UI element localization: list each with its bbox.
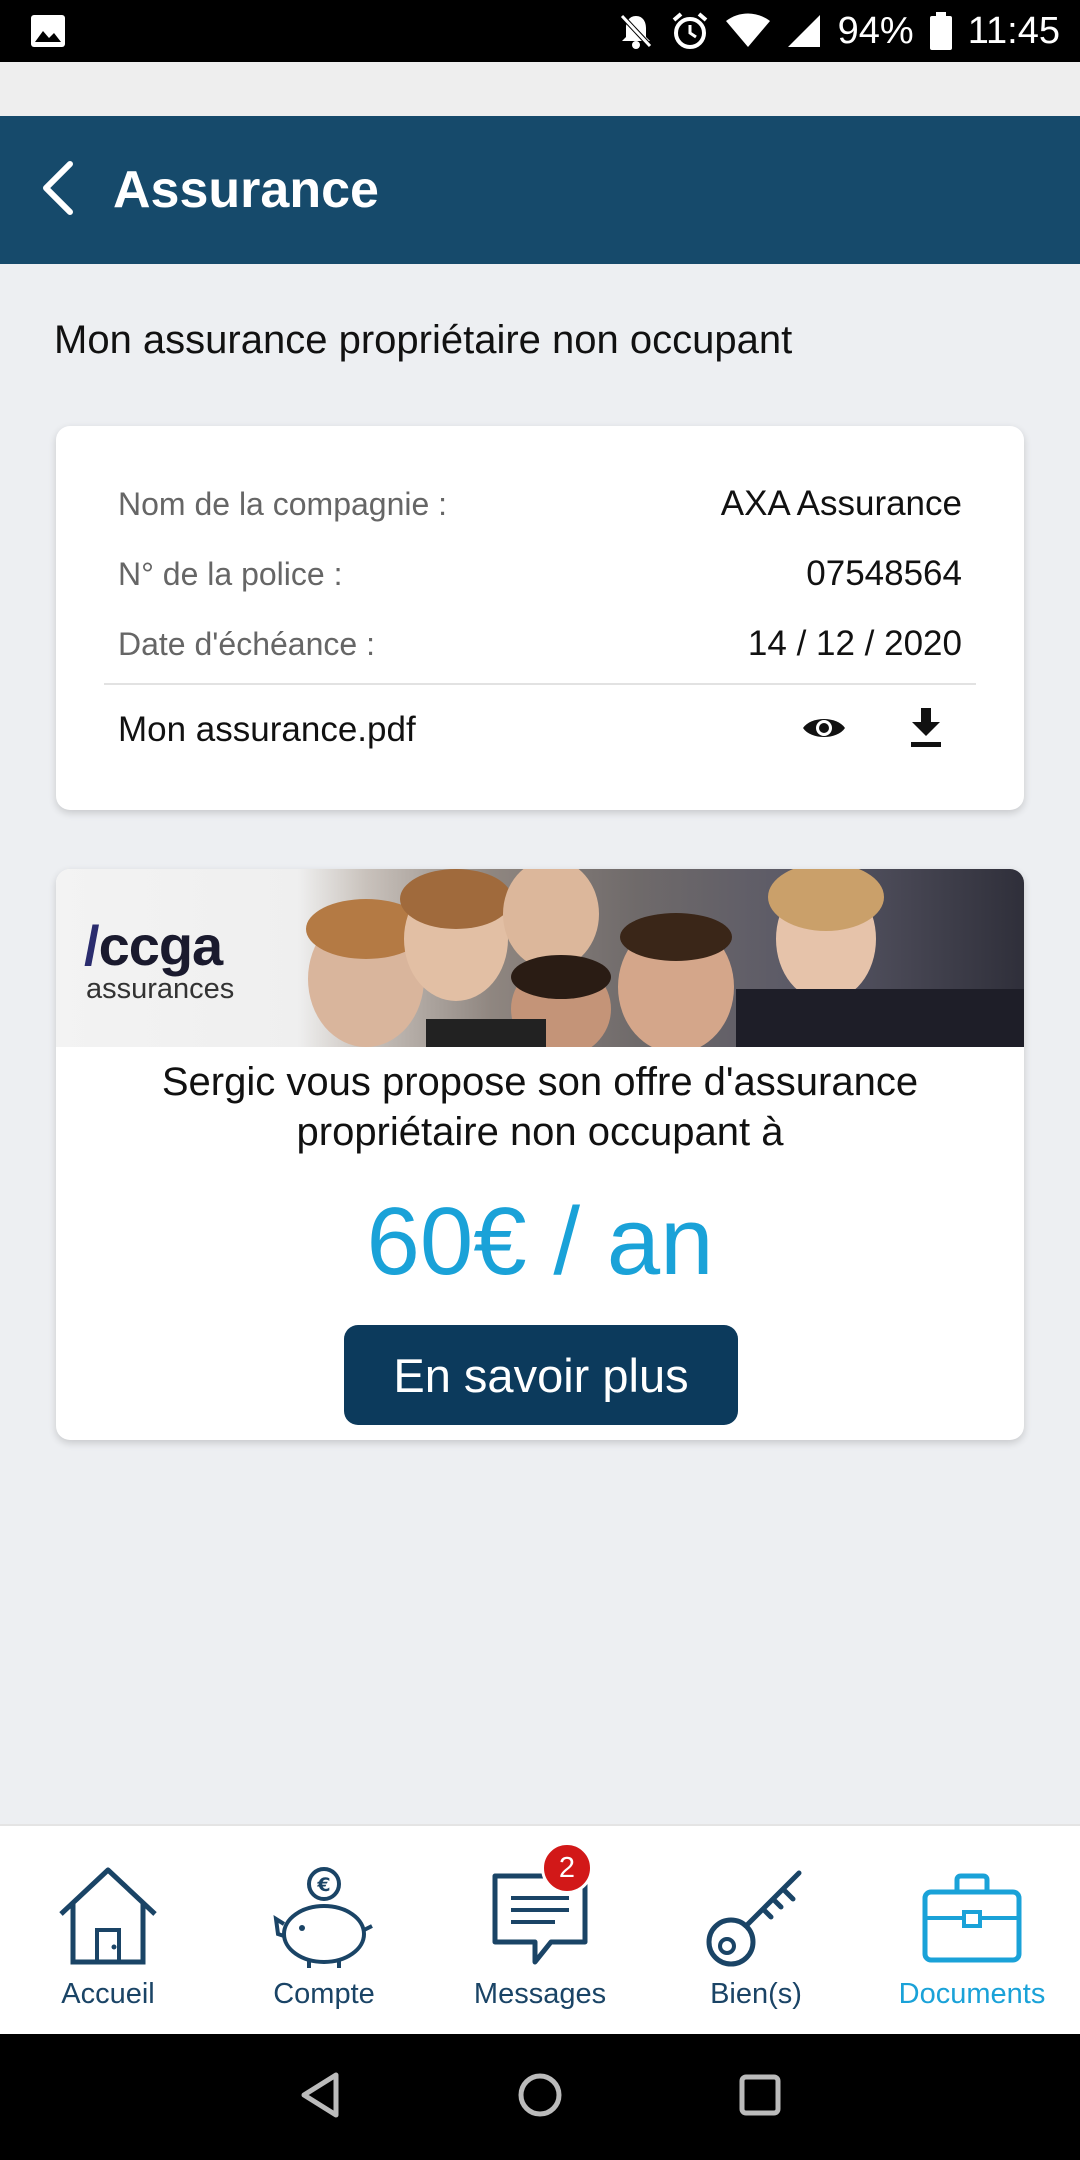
nav-item-documents[interactable]: Documents <box>864 1862 1080 2022</box>
app-bar: Assurance <box>0 116 1080 264</box>
learn-more-button[interactable]: En savoir plus <box>344 1325 738 1425</box>
company-row: Nom de la compagnie : AXA Assurance <box>118 484 962 524</box>
message-icon: 2 <box>485 1842 595 1972</box>
logo-main-text: ccga <box>98 914 224 977</box>
due-date-label: Date d'échéance : <box>118 625 375 662</box>
offer-card: /ccga assurances Sergic vous propose son… <box>56 869 1024 1440</box>
ccga-logo: /ccga assurances <box>84 914 235 1005</box>
nav-label-messages: Messages <box>473 1978 607 2010</box>
triangle-back-icon <box>298 2071 342 2124</box>
due-date-row: Date d'échéance : 14 / 12 / 2020 <box>118 624 962 664</box>
section-title: Mon assurance propriétaire non occupant <box>54 318 793 362</box>
system-home-button[interactable] <box>510 2067 570 2127</box>
nav-label-documents: Documents <box>898 1978 1046 2010</box>
nav-item-biens[interactable]: Bien(s) <box>648 1862 864 2022</box>
policy-number-row: N° de la police : 07548564 <box>118 554 962 594</box>
file-name: Mon assurance.pdf <box>118 710 416 749</box>
download-file-button[interactable] <box>890 700 962 760</box>
page-title: Assurance <box>113 161 379 219</box>
nav-item-accueil[interactable]: Accueil <box>0 1862 216 2022</box>
system-back-button[interactable] <box>290 2067 350 2127</box>
policy-number-label: N° de la police : <box>118 555 343 592</box>
company-value: AXA Assurance <box>720 484 962 523</box>
circle-home-icon <box>516 2071 564 2124</box>
eye-icon <box>801 713 847 748</box>
wifi-icon <box>725 13 770 49</box>
status-time: 11:45 <box>967 9 1060 52</box>
chevron-left-icon <box>40 160 76 221</box>
logo-sub-text: assurances <box>86 973 235 1005</box>
alarm-icon <box>670 11 710 51</box>
banner-photo <box>306 869 1024 1047</box>
top-spacer <box>0 62 1080 116</box>
view-file-button[interactable] <box>788 700 860 760</box>
nav-label-accueil: Accueil <box>61 1978 155 2010</box>
back-button[interactable] <box>30 156 86 224</box>
system-nav-bar <box>0 2034 1080 2160</box>
company-label: Nom de la compagnie : <box>118 485 448 522</box>
square-recents-icon <box>738 2073 782 2122</box>
house-icon <box>53 1862 163 1972</box>
due-date-value: 14 / 12 / 2020 <box>747 624 962 663</box>
offer-price: 60€ / an <box>366 1188 714 1295</box>
offer-text: Sergic vous propose son offre d'assuranc… <box>161 1060 919 1154</box>
nav-item-compte[interactable]: € Compte <box>216 1862 432 2022</box>
file-row: Mon assurance.pdf <box>118 700 962 760</box>
piggy-bank-icon: € <box>269 1862 379 1972</box>
bottom-nav: Accueil € Compte 2 Messages Bien(s) Docu… <box>0 1824 1080 2034</box>
nav-item-messages[interactable]: 2 Messages <box>432 1842 648 2022</box>
briefcase-icon <box>917 1862 1027 1972</box>
nav-label-biens: Bien(s) <box>710 1978 802 2010</box>
svg-text:€: € <box>316 1874 330 1896</box>
policy-card: Nom de la compagnie : AXA Assurance N° d… <box>56 426 1024 810</box>
policy-number-value: 07548564 <box>806 554 962 593</box>
image-icon <box>30 14 66 48</box>
download-icon <box>909 707 943 753</box>
battery-icon <box>929 12 952 50</box>
nav-label-compte: Compte <box>273 1978 375 2010</box>
divider <box>104 683 976 685</box>
status-bar: 94% 11:45 <box>0 0 1080 62</box>
battery-percent: 94% <box>837 9 914 52</box>
mute-bell-icon <box>618 12 654 50</box>
messages-badge: 2 <box>541 1842 593 1894</box>
signal-icon <box>786 13 822 49</box>
key-icon <box>701 1862 811 1972</box>
offer-banner: /ccga assurances <box>56 869 1024 1047</box>
system-recents-button[interactable] <box>730 2067 790 2127</box>
